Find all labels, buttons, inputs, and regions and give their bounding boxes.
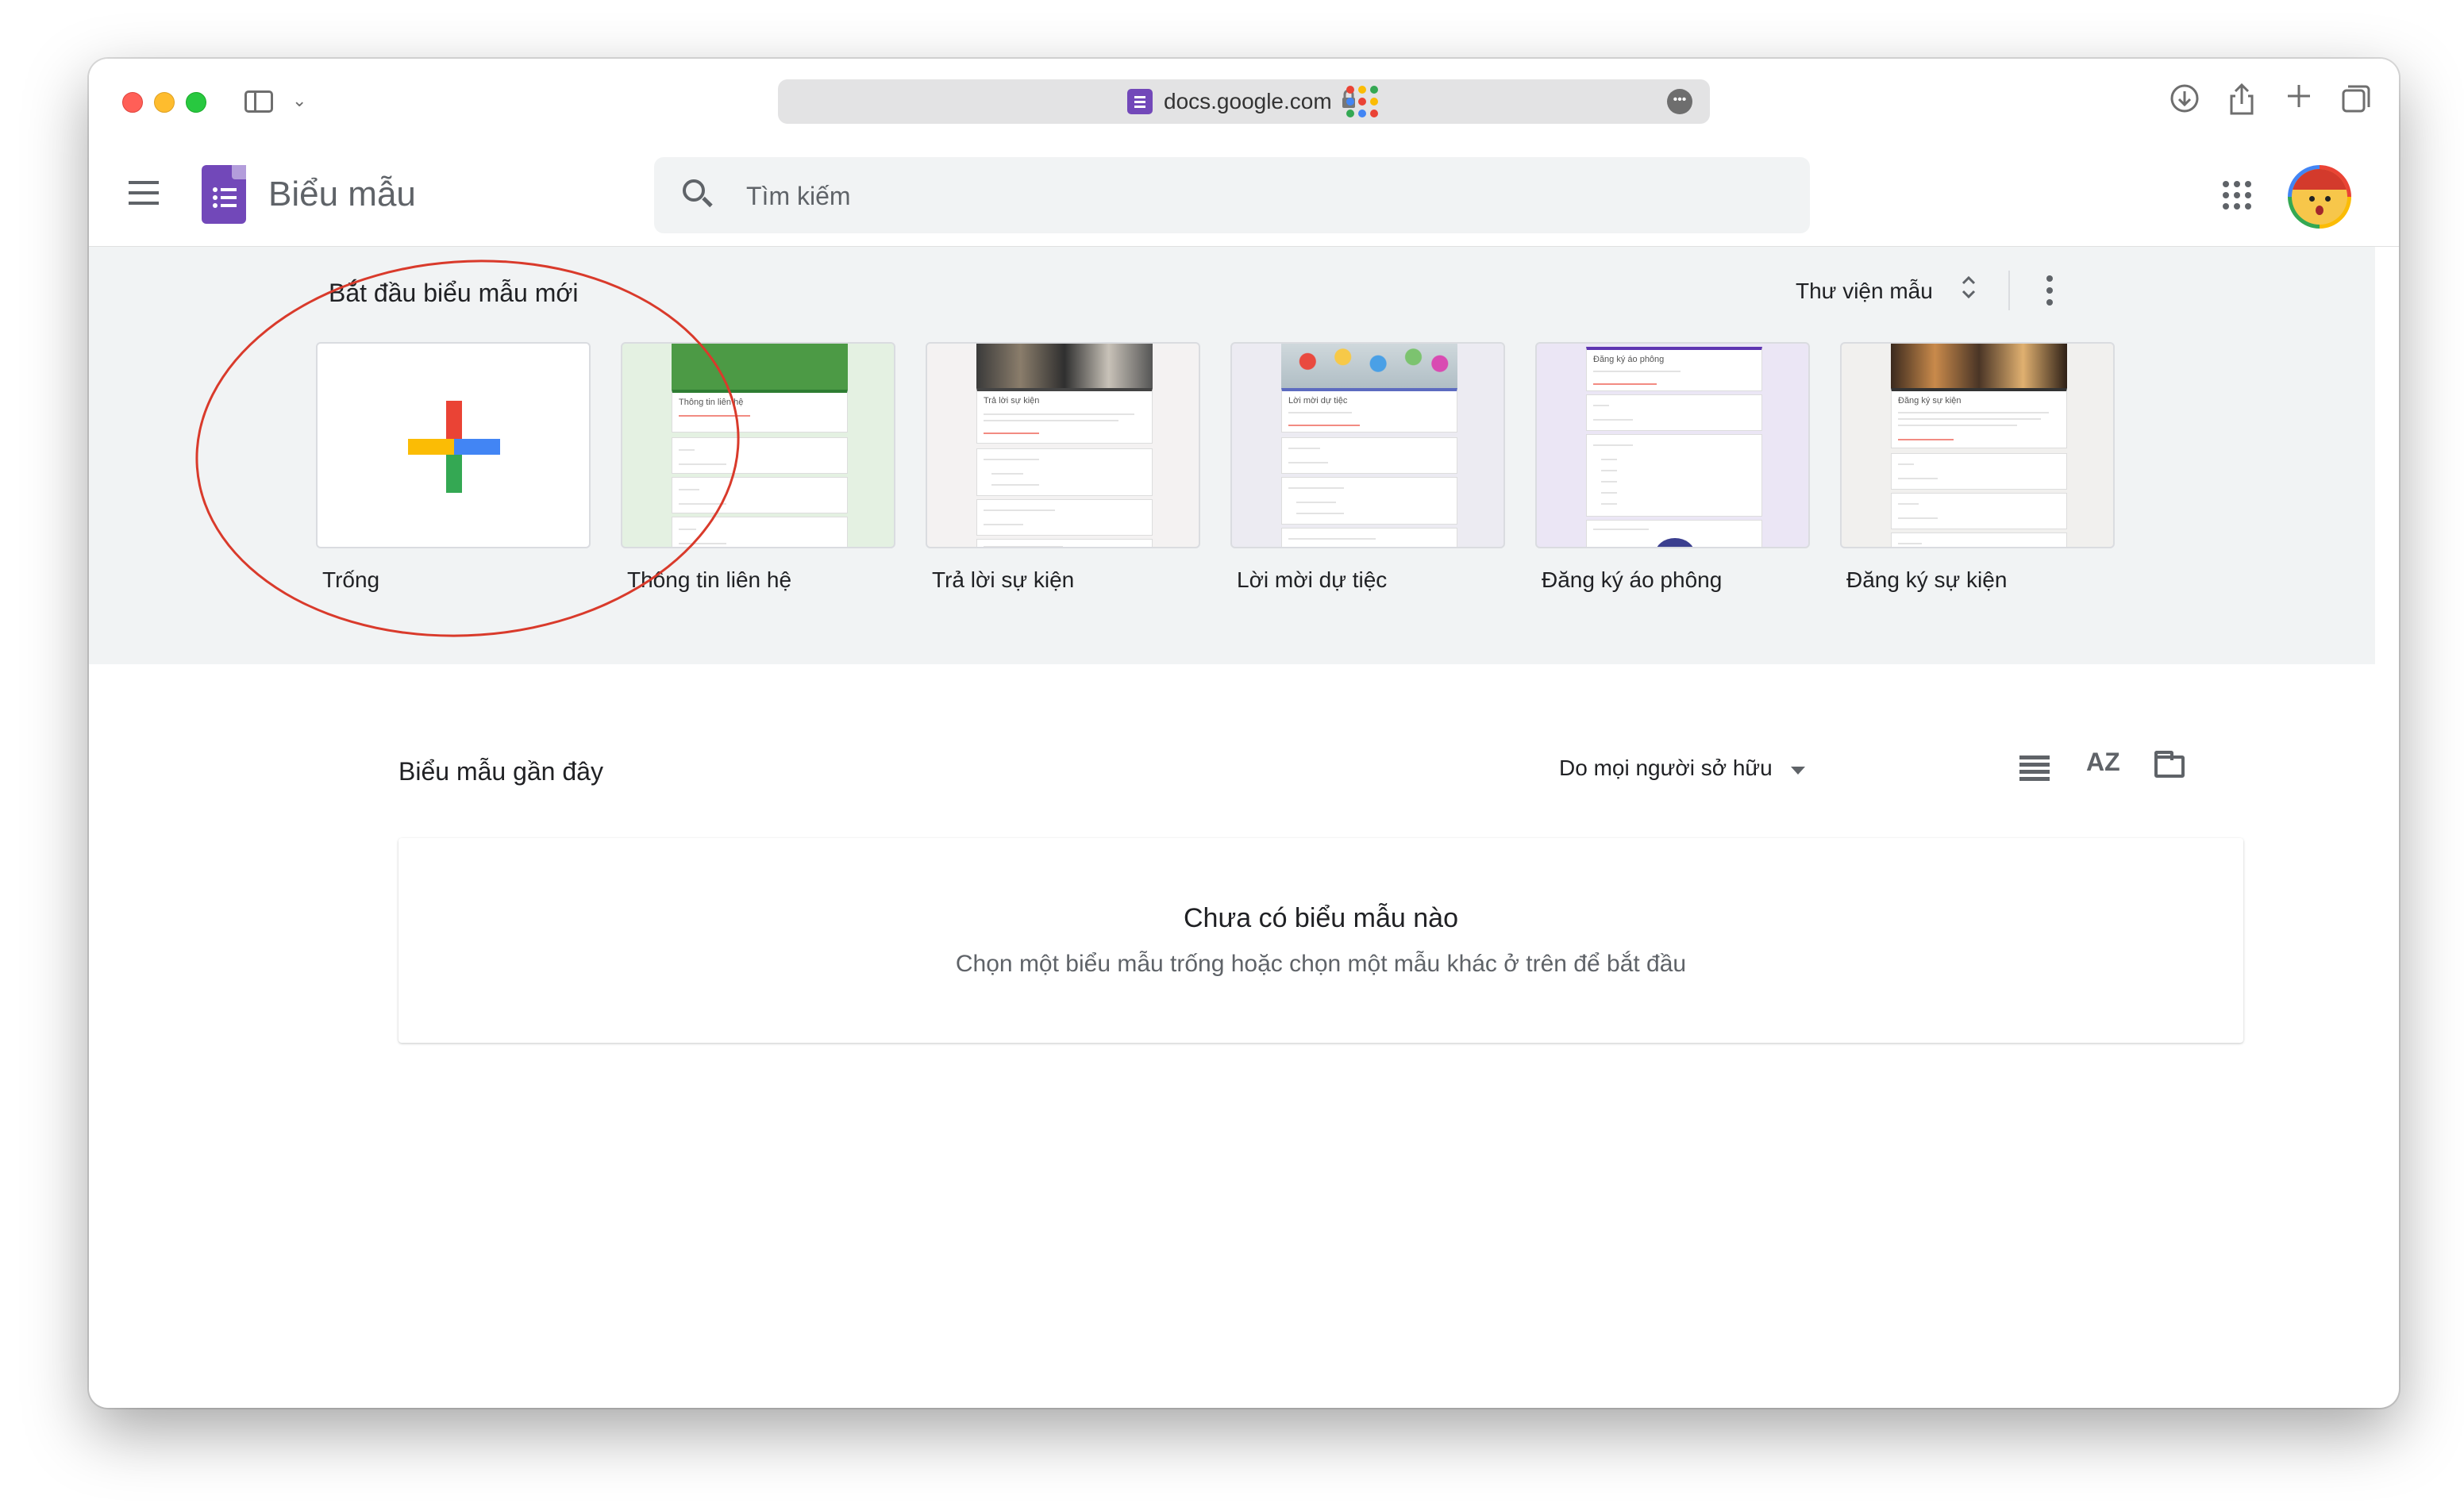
search-input[interactable] <box>745 178 1780 214</box>
divider <box>2008 271 2010 310</box>
chevron-down-icon[interactable]: ⌄ <box>292 90 306 111</box>
preview-heading: Đăng ký áo phông <box>1593 355 1665 364</box>
browser-toolbar: ⌄ docs.google.com ••• <box>89 59 2399 141</box>
template-label[interactable]: Trả lời sự kiện <box>932 567 1074 593</box>
minimize-window-button[interactable] <box>154 92 175 113</box>
template-gallery-section: Bắt đầu biểu mẫu mới Thư viện mẫu Trống … <box>89 247 2375 664</box>
empty-state-subtitle: Chọn một biểu mẫu trống hoặc chọn một mẫ… <box>955 951 1687 977</box>
template-label[interactable]: Lời mời dự tiệc <box>1237 567 1387 593</box>
more-icon[interactable]: ••• <box>1667 89 1692 114</box>
zoom-window-button[interactable] <box>186 92 206 113</box>
plus-icon[interactable] <box>2281 83 2316 117</box>
template-gallery-button[interactable]: Thư viện mẫu <box>1796 279 1933 304</box>
google-apps-icon[interactable] <box>1346 86 1378 117</box>
avatar[interactable] <box>2288 165 2351 229</box>
close-window-button[interactable] <box>122 92 143 113</box>
template-label[interactable]: Thông tin liên hệ <box>627 567 791 593</box>
forms-favicon-icon <box>1127 89 1153 114</box>
menu-icon[interactable] <box>129 181 160 205</box>
tabs-icon[interactable] <box>2339 83 2374 117</box>
url-text: docs.google.com <box>1164 89 1332 113</box>
preview-banner <box>976 344 1153 388</box>
forms-logo-icon[interactable] <box>202 165 246 224</box>
preview-banner <box>672 344 848 390</box>
preview-heading: Thông tin liên hệ <box>679 398 744 407</box>
template-card-event[interactable]: Đăng ký sự kiện <box>1840 342 2115 548</box>
app-title[interactable]: Biểu mẫu <box>268 175 416 214</box>
recent-forms-title: Biểu mẫu gần đây <box>398 757 603 786</box>
preview-banner <box>1281 344 1457 388</box>
preview-heading: Lời mời dự tiệc <box>1288 396 1348 406</box>
template-card-tshirt[interactable]: Đăng ký áo phông <box>1535 342 1810 548</box>
caret-down-icon[interactable] <box>1791 767 1805 775</box>
owner-filter-dropdown[interactable]: Do mọi người sở hữu <box>1559 756 1773 781</box>
search-icon[interactable] <box>683 179 705 202</box>
download-icon[interactable] <box>2167 83 2202 117</box>
empty-state-title: Chưa có biểu mẫu nào <box>1184 903 1458 933</box>
more-options-icon[interactable] <box>2042 275 2058 307</box>
list-view-icon[interactable] <box>2019 756 2050 781</box>
forms-header: Biểu mẫu <box>89 141 2399 247</box>
preview-banner <box>1891 344 2067 388</box>
preview-heading: Trả lời sự kiện <box>984 396 1040 406</box>
search-bar[interactable] <box>654 157 1810 233</box>
unfold-icon[interactable] <box>1961 274 1977 302</box>
template-card-contact[interactable]: Thông tin liên hệ <box>621 342 895 548</box>
sort-az-icon[interactable]: AZ <box>2086 748 2120 777</box>
section-title: Bắt đầu biểu mẫu mới <box>329 279 579 307</box>
template-label[interactable]: Trống <box>322 567 379 593</box>
empty-state-card: Chưa có biểu mẫu nào Chọn một biểu mẫu t… <box>398 838 2243 1043</box>
preview-heading: Đăng ký sự kiện <box>1898 396 1962 406</box>
template-card-party[interactable]: Lời mời dự tiệc <box>1230 342 1505 548</box>
template-label[interactable]: Đăng ký áo phông <box>1542 567 1722 593</box>
address-bar[interactable]: docs.google.com ••• <box>778 79 1710 124</box>
sidebar-icon[interactable] <box>244 90 273 113</box>
template-card-blank[interactable] <box>316 342 591 548</box>
share-icon[interactable] <box>2224 83 2259 117</box>
browser-window: ⌄ docs.google.com ••• Biểu mẫu Tìm kiếm … <box>89 59 2399 1408</box>
template-label[interactable]: Đăng ký sự kiện <box>1846 567 2007 593</box>
template-card-rsvp[interactable]: Trả lời sự kiện <box>926 342 1200 548</box>
apps-grid-icon[interactable] <box>2223 181 2251 210</box>
folder-icon[interactable] <box>2154 751 2185 778</box>
